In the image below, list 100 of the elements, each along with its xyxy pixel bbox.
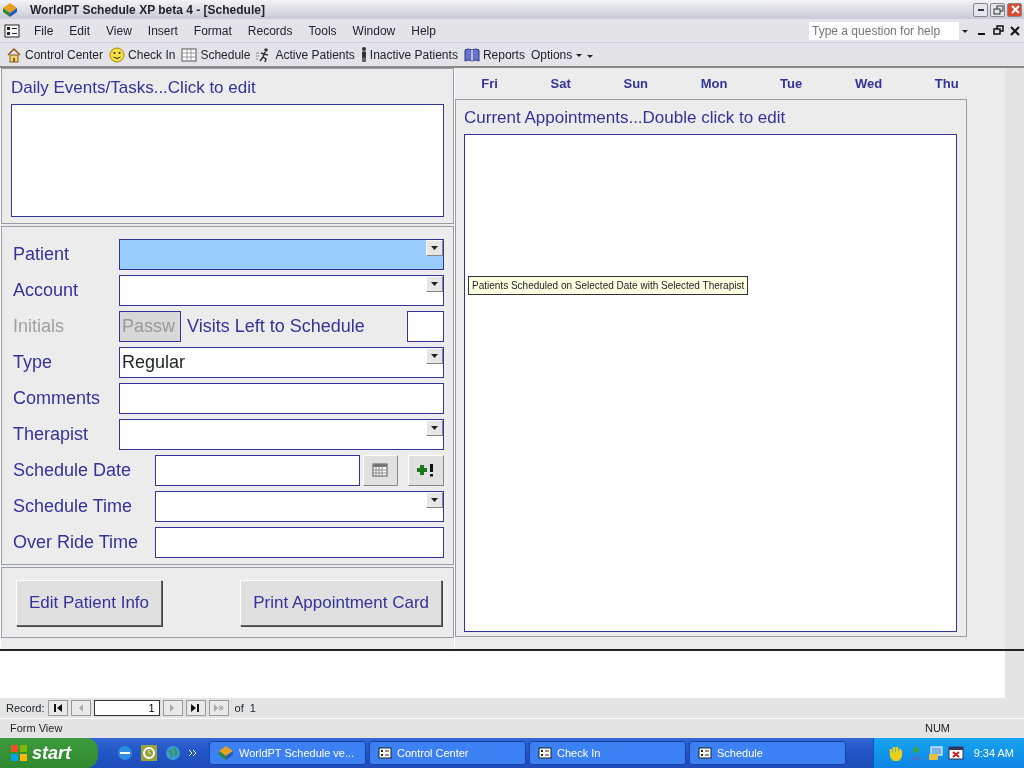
- taskbar-button[interactable]: Control Center: [369, 741, 526, 765]
- tooltip: Patients Scheduled on Selected Date with Selected Therapist: [468, 276, 749, 295]
- form-icon: [538, 747, 552, 759]
- combo-box[interactable]: [119, 238, 444, 270]
- restore-icon[interactable]: [993, 25, 1004, 36]
- clock-icon[interactable]: [140, 744, 158, 762]
- num-lock-indicator: NUM: [924, 721, 950, 737]
- menu-item[interactable]: Format: [185, 21, 240, 40]
- last-record-button[interactable]: [185, 700, 206, 716]
- taskbar-button[interactable]: Schedule: [689, 741, 846, 765]
- first-record-button[interactable]: [47, 700, 68, 716]
- scrollbar[interactable]: [1005, 651, 1024, 698]
- visits-field[interactable]: [407, 310, 444, 342]
- minimize-icon: [977, 8, 984, 11]
- menu-item[interactable]: Help: [403, 21, 444, 40]
- combo-box[interactable]: Regular: [119, 346, 444, 378]
- day-header[interactable]: Thu: [934, 73, 959, 94]
- close-button[interactable]: [1007, 2, 1022, 17]
- windows-logo-icon: [10, 744, 28, 762]
- chevron-icon[interactable]: [188, 748, 198, 758]
- app-logo-icon: [2, 1, 18, 18]
- close-icon: [1008, 4, 1021, 15]
- dropdown-arrow-icon: [431, 497, 438, 502]
- combo-box[interactable]: [119, 274, 444, 306]
- field-label: Type: [13, 350, 54, 374]
- clock: 9:34 AM: [973, 745, 1014, 761]
- toolbar-button[interactable]: Active Patients: [253, 45, 358, 64]
- menu-item[interactable]: Tools: [300, 21, 345, 40]
- book-icon: [463, 46, 480, 63]
- menu-item[interactable]: Edit: [61, 21, 99, 40]
- day-header[interactable]: Wed: [854, 73, 883, 94]
- restore-button[interactable]: [990, 2, 1005, 17]
- toolbar-button[interactable]: Inactive Patients: [357, 45, 461, 64]
- restore-icon: [991, 4, 1004, 15]
- menu-item[interactable]: Records: [239, 21, 301, 40]
- day-header[interactable]: Sat: [550, 73, 571, 94]
- date-field[interactable]: [155, 454, 360, 486]
- form-icon: [378, 747, 392, 759]
- close-icon[interactable]: [1010, 25, 1020, 36]
- dropdown-arrow-icon: [431, 353, 438, 358]
- status-text: Form View: [10, 721, 63, 737]
- dropdown-arrow-icon: [431, 245, 438, 250]
- taskbar-button[interactable]: Check In: [529, 741, 686, 765]
- text-field[interactable]: [155, 526, 444, 558]
- field-label: Initials: [13, 314, 66, 338]
- menu-item[interactable]: Window: [344, 21, 404, 40]
- day-header[interactable]: Mon: [700, 73, 728, 94]
- menu-item[interactable]: View: [98, 21, 140, 40]
- calendar-button[interactable]: [362, 454, 399, 486]
- daily-events-area[interactable]: [11, 103, 444, 217]
- toolbar-button[interactable]: Control Center: [3, 45, 107, 64]
- toolbar-button[interactable]: Reports: [460, 45, 528, 64]
- last-record-icon: [189, 703, 202, 713]
- menu-item[interactable]: Insert: [139, 21, 186, 40]
- columns-icon: [181, 46, 198, 63]
- taskbar-button[interactable]: WorldPT Schedule ve...: [209, 741, 366, 765]
- text-field[interactable]: [119, 382, 444, 414]
- print-button[interactable]: Print Appointment Card: [240, 579, 442, 626]
- house-icon: [6, 46, 22, 63]
- toolbar-button[interactable]: Schedule: [178, 45, 254, 64]
- combo-box[interactable]: [119, 418, 444, 450]
- edit-button[interactable]: Edit Patient Info: [16, 579, 163, 626]
- section-title: Daily Events/Tasks...Click to edit: [11, 77, 257, 99]
- day-header[interactable]: Sun: [623, 73, 649, 94]
- field-label: Comments: [13, 386, 102, 410]
- toolbar-button[interactable]: Check In: [106, 45, 179, 64]
- add-button[interactable]: [408, 454, 444, 486]
- day-header[interactable]: Fri: [481, 73, 498, 94]
- window-error-icon[interactable]: [947, 745, 964, 761]
- start-button[interactable]: start: [0, 738, 98, 768]
- section-title: Current Appointments...Double click to edit: [464, 107, 787, 129]
- day-header[interactable]: Tue: [780, 73, 803, 94]
- field-label: Patient: [13, 242, 71, 266]
- smiley-icon: [109, 46, 126, 63]
- form-icon: [698, 747, 712, 759]
- first-record-icon: [52, 703, 63, 713]
- window-title: WorldPT Schedule XP beta 4 - [Schedule]: [30, 1, 265, 19]
- combo-box[interactable]: [155, 490, 444, 522]
- field-label: Schedule Date: [13, 458, 133, 482]
- menu-item[interactable]: File: [26, 21, 62, 40]
- form-icon: [4, 23, 20, 38]
- record-count-label: of: [234, 700, 244, 716]
- field-label: Account: [13, 278, 80, 302]
- new-record-icon: [212, 703, 225, 713]
- record-number-field[interactable]: 1: [93, 700, 160, 716]
- dropdown-arrow-icon: [431, 281, 438, 286]
- field-label: Therapist: [13, 422, 90, 446]
- record-label: Record:: [6, 700, 45, 716]
- calendar-icon: [372, 463, 389, 477]
- dropdown-arrow-icon: [431, 425, 438, 430]
- help-search-field[interactable]: Type a question for help: [809, 21, 959, 40]
- minimize-button[interactable]: [973, 2, 988, 17]
- password-field: Passw: [119, 310, 181, 342]
- field-label: Visits Left to Schedule: [187, 314, 365, 338]
- toolbar-button[interactable]: Options: [527, 45, 587, 64]
- record-count: 1: [249, 700, 256, 716]
- field-label: Schedule Time: [13, 494, 134, 518]
- app-logo-icon: [218, 745, 234, 761]
- scrollbar[interactable]: [1005, 68, 1024, 649]
- standing-figure-icon: [360, 46, 367, 63]
